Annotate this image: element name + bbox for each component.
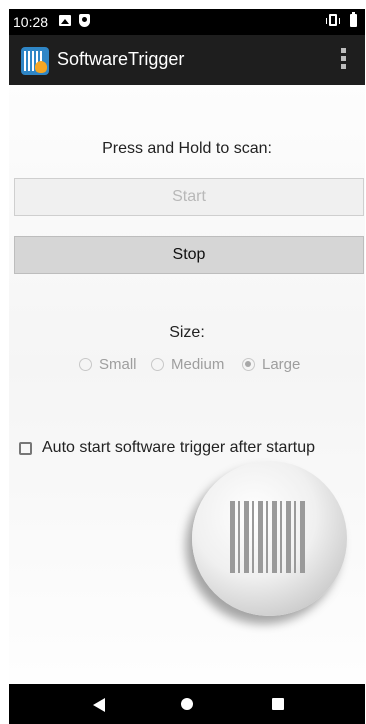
radio-medium-label: Medium (171, 356, 225, 373)
navigation-bar (9, 684, 365, 724)
battery-icon (350, 12, 357, 27)
press-hold-label: Press and Hold to scan: (102, 140, 272, 157)
app-bar: SoftwareTrigger (9, 35, 365, 85)
status-time: 10:28 (13, 14, 49, 30)
radio-medium-circle[interactable] (151, 358, 164, 371)
radio-medium[interactable]: Medium (151, 356, 224, 373)
auto-start-checkbox-row[interactable]: Auto start software trigger after startu… (19, 439, 315, 457)
image-notification-icon (59, 15, 71, 26)
radio-large[interactable]: Large (242, 356, 300, 373)
auto-start-label: Auto start software trigger after startu… (42, 439, 316, 456)
radio-large-circle[interactable] (242, 358, 255, 371)
radio-small[interactable]: Small (79, 356, 137, 373)
vibrate-icon (326, 14, 340, 26)
barcode-icon (230, 501, 308, 573)
recents-icon[interactable] (272, 698, 284, 710)
shield-icon (79, 14, 90, 27)
screen: 10:28 SoftwareTrigger Press and Hold to … (9, 9, 365, 724)
radio-large-label: Large (262, 356, 301, 373)
home-icon[interactable] (181, 698, 193, 710)
overflow-menu-icon[interactable] (341, 48, 347, 72)
back-icon[interactable] (93, 698, 105, 712)
auto-start-checkbox[interactable] (19, 441, 32, 455)
radio-small-circle[interactable] (79, 358, 92, 371)
app-logo-icon (21, 47, 49, 75)
radio-small-label: Small (99, 356, 137, 373)
status-bar: 10:28 (9, 9, 365, 35)
start-button[interactable]: Start (14, 178, 364, 216)
size-label: Size: (169, 324, 205, 341)
scan-trigger-button[interactable] (192, 461, 347, 616)
app-title: SoftwareTrigger (57, 49, 185, 69)
stop-button[interactable]: Stop (14, 236, 364, 274)
